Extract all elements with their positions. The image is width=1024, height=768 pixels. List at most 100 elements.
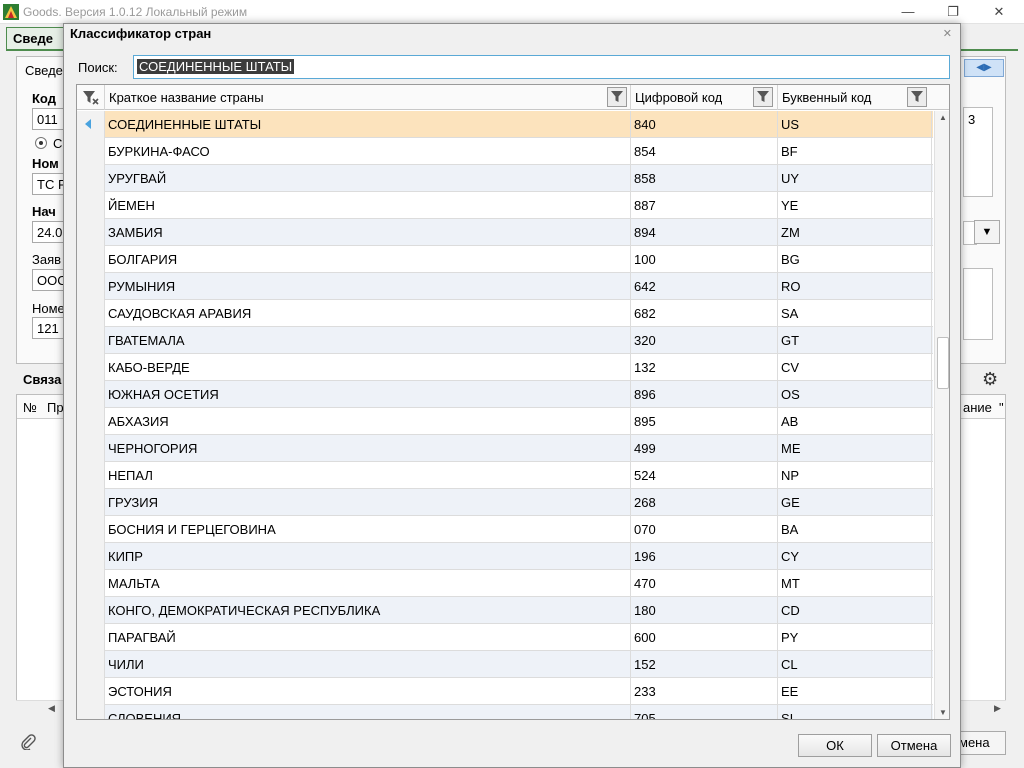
digit-code-cell[interactable]: 887: [631, 192, 778, 219]
digit-code-cell[interactable]: 320: [631, 327, 778, 354]
digit-code-cell[interactable]: 499: [631, 435, 778, 462]
table-row[interactable]: ЗАМБИЯ 894 ZM: [77, 219, 933, 246]
digit-code-cell[interactable]: 896: [631, 381, 778, 408]
table-row[interactable]: ЮЖНАЯ ОСЕТИЯ 896 OS: [77, 381, 933, 408]
country-name-cell[interactable]: ЙЕМЕН: [105, 192, 631, 219]
clear-filter-icon[interactable]: [79, 87, 101, 107]
digit-code-cell[interactable]: 894: [631, 219, 778, 246]
alpha-code-cell[interactable]: SA: [778, 300, 932, 327]
digit-code-cell[interactable]: 132: [631, 354, 778, 381]
digit-code-cell[interactable]: 152: [631, 651, 778, 678]
alpha-code-cell[interactable]: PY: [778, 624, 932, 651]
table-row[interactable]: КИПР 196 CY: [77, 543, 933, 570]
country-name-cell[interactable]: РУМЫНИЯ: [105, 273, 631, 300]
row-indicator[interactable]: [77, 597, 105, 624]
country-name-cell[interactable]: КИПР: [105, 543, 631, 570]
countries-grid-vscroll[interactable]: ▲ ▼: [934, 111, 949, 719]
table-row[interactable]: ЙЕМЕН 887 YE: [77, 192, 933, 219]
digit-code-cell[interactable]: 642: [631, 273, 778, 300]
digit-code-cell[interactable]: 470: [631, 570, 778, 597]
country-name-cell[interactable]: СОЕДИНЕННЫЕ ШТАТЫ: [105, 111, 631, 138]
row-indicator[interactable]: [77, 624, 105, 651]
alpha-code-cell[interactable]: SI: [778, 705, 932, 719]
close-button[interactable]: ✕: [984, 2, 1014, 22]
digit-code-cell[interactable]: 233: [631, 678, 778, 705]
row-indicator[interactable]: [77, 246, 105, 273]
country-name-cell[interactable]: ЧЕРНОГОРИЯ: [105, 435, 631, 462]
table-row[interactable]: МАЛЬТА 470 MT: [77, 570, 933, 597]
table-row[interactable]: ЧЕРНОГОРИЯ 499 ME: [77, 435, 933, 462]
table-row[interactable]: КАБО-ВЕРДЕ 132 CV: [77, 354, 933, 381]
alpha-code-cell[interactable]: OS: [778, 381, 932, 408]
scroll-left-icon[interactable]: ◀: [48, 703, 55, 714]
table-row[interactable]: РУМЫНИЯ 642 RO: [77, 273, 933, 300]
country-name-cell[interactable]: ГВАТЕМАЛА: [105, 327, 631, 354]
digit-code-cell[interactable]: 854: [631, 138, 778, 165]
row-indicator[interactable]: [77, 354, 105, 381]
country-name-cell[interactable]: АБХАЗИЯ: [105, 408, 631, 435]
alpha-code-cell[interactable]: CL: [778, 651, 932, 678]
col-header-digit[interactable]: Цифровой код: [631, 85, 778, 110]
digit-code-cell[interactable]: 100: [631, 246, 778, 273]
alpha-code-cell[interactable]: EE: [778, 678, 932, 705]
table-row[interactable]: СЛОВЕНИЯ 705 SI: [77, 705, 933, 719]
digit-code-cell[interactable]: 524: [631, 462, 778, 489]
country-name-cell[interactable]: ГРУЗИЯ: [105, 489, 631, 516]
gear-icon[interactable]: ⚙: [982, 369, 998, 390]
alpha-code-cell[interactable]: AB: [778, 408, 932, 435]
option-radio[interactable]: [35, 137, 47, 149]
search-input[interactable]: СОЕДИНЕННЫЕ ШТАТЫ: [133, 55, 950, 79]
alpha-code-cell[interactable]: US: [778, 111, 932, 138]
row-indicator[interactable]: [77, 273, 105, 300]
alpha-code-cell[interactable]: ME: [778, 435, 932, 462]
alpha-code-cell[interactable]: YE: [778, 192, 932, 219]
row-indicator[interactable]: [77, 327, 105, 354]
scroll-up-icon[interactable]: ▲: [935, 111, 949, 125]
col-pr[interactable]: Пр: [47, 400, 64, 415]
digit-code-cell[interactable]: 682: [631, 300, 778, 327]
table-row[interactable]: ГРУЗИЯ 268 GE: [77, 489, 933, 516]
country-name-cell[interactable]: ЧИЛИ: [105, 651, 631, 678]
digit-code-cell[interactable]: 858: [631, 165, 778, 192]
table-row[interactable]: ПАРАГВАЙ 600 PY: [77, 624, 933, 651]
row-indicator[interactable]: [77, 300, 105, 327]
col-name-fragment[interactable]: ание: [963, 400, 992, 415]
digit-code-cell[interactable]: 895: [631, 408, 778, 435]
row-indicator[interactable]: [77, 462, 105, 489]
restore-button[interactable]: ❐: [938, 2, 968, 22]
table-row[interactable]: КОНГО, ДЕМОКРАТИЧЕСКАЯ РЕСПУБЛИКА 180 CD: [77, 597, 933, 624]
table-row[interactable]: ЧИЛИ 152 CL: [77, 651, 933, 678]
alpha-code-cell[interactable]: ZM: [778, 219, 932, 246]
table-row[interactable]: САУДОВСКАЯ АРАВИЯ 682 SA: [77, 300, 933, 327]
digit-code-cell[interactable]: 840: [631, 111, 778, 138]
country-name-cell[interactable]: СЛОВЕНИЯ: [105, 705, 631, 719]
row-indicator[interactable]: [77, 543, 105, 570]
row-indicator[interactable]: [77, 165, 105, 192]
country-name-cell[interactable]: ЮЖНАЯ ОСЕТИЯ: [105, 381, 631, 408]
digit-code-cell[interactable]: 070: [631, 516, 778, 543]
nav-arrows-button[interactable]: ◀▶: [964, 59, 1004, 77]
scroll-right-icon[interactable]: ▶: [994, 703, 1001, 714]
table-row[interactable]: СОЕДИНЕННЫЕ ШТАТЫ 840 US: [77, 111, 933, 138]
col-number[interactable]: №: [23, 400, 37, 415]
row-indicator[interactable]: [77, 381, 105, 408]
paperclip-icon[interactable]: [20, 734, 36, 755]
alpha-code-cell[interactable]: BF: [778, 138, 932, 165]
country-name-cell[interactable]: ЗАМБИЯ: [105, 219, 631, 246]
country-name-cell[interactable]: БОЛГАРИЯ: [105, 246, 631, 273]
country-name-cell[interactable]: ЭСТОНИЯ: [105, 678, 631, 705]
filter-digit-icon[interactable]: [753, 87, 773, 107]
digit-code-cell[interactable]: 180: [631, 597, 778, 624]
country-name-cell[interactable]: ПАРАГВАЙ: [105, 624, 631, 651]
alpha-code-cell[interactable]: BA: [778, 516, 932, 543]
ok-button[interactable]: ОК: [798, 734, 872, 757]
filter-alpha-icon[interactable]: [907, 87, 927, 107]
row-indicator[interactable]: [77, 408, 105, 435]
scroll-down-icon[interactable]: ▼: [935, 706, 949, 719]
country-name-cell[interactable]: КОНГО, ДЕМОКРАТИЧЕСКАЯ РЕСПУБЛИКА: [105, 597, 631, 624]
country-name-cell[interactable]: БУРКИНА-ФАСО: [105, 138, 631, 165]
digit-code-cell[interactable]: 600: [631, 624, 778, 651]
country-name-cell[interactable]: КАБО-ВЕРДЕ: [105, 354, 631, 381]
row-indicator[interactable]: [77, 192, 105, 219]
right-notes-box[interactable]: [963, 268, 993, 340]
